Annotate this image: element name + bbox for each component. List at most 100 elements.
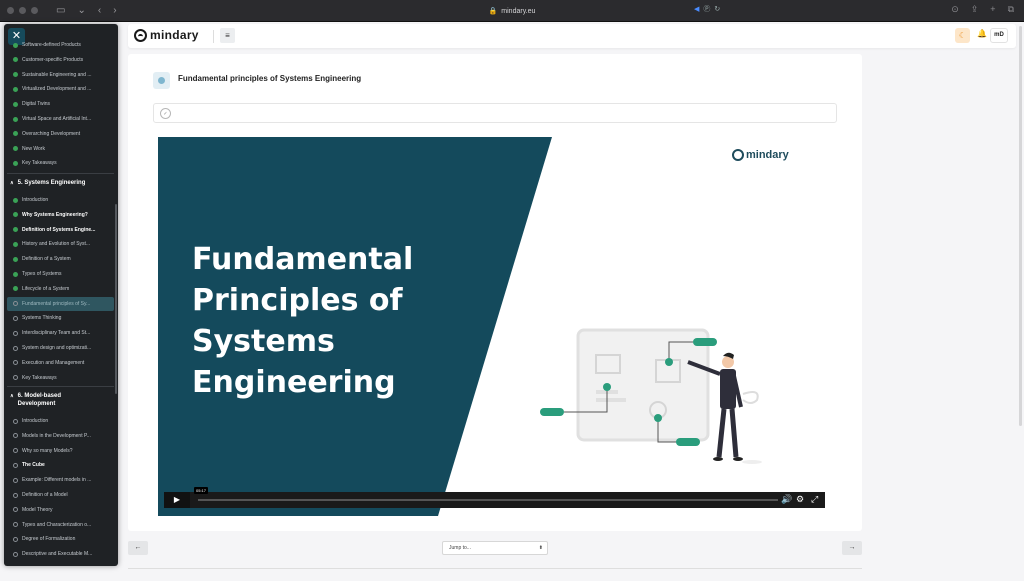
header-divider: [213, 30, 214, 43]
completion-bar[interactable]: ✓: [153, 103, 837, 123]
pending-circle-icon: [13, 301, 18, 307]
sidebar-lesson-item[interactable]: Definition of Systems Engine...: [7, 223, 114, 237]
chevron-down-icon[interactable]: ⌄: [77, 5, 85, 16]
sidebar-lesson-item[interactable]: Software-defined Products: [7, 38, 114, 52]
sidebar-lesson-item[interactable]: Why so many Models?: [7, 444, 114, 458]
sidebar-lesson-item[interactable]: Degree of Formalization: [7, 532, 114, 546]
sidebar-lesson-label: Introduction: [22, 197, 49, 203]
sidebar-section-header[interactable]: ∧ 5. Systems Engineering: [10, 179, 114, 187]
volume-icon[interactable]: 🔊: [781, 494, 792, 505]
sidebar-lesson-item[interactable]: Definition of a System: [7, 252, 114, 266]
sidebar-lesson-item[interactable]: Model Theory: [7, 503, 114, 517]
forward-icon[interactable]: ›: [113, 5, 116, 16]
speaker-icon[interactable]: ◀: [694, 5, 699, 13]
play-icon[interactable]: ▶: [164, 492, 190, 508]
tabs-overview-icon[interactable]: ⧉: [1008, 4, 1014, 15]
completed-dot-icon: [13, 197, 18, 203]
video-player[interactable]: Fundamental Principles of Systems Engine…: [158, 137, 833, 516]
pending-circle-icon: [13, 330, 18, 336]
sidebar-lesson-label: Definition of a Model: [22, 492, 68, 498]
completed-dot-icon: [13, 42, 18, 48]
sidebar-lesson-label: Example: Different models in ...: [22, 477, 92, 484]
sidebar-lesson-item[interactable]: Lifecycle of a System: [7, 282, 114, 296]
completed-dot-icon: [13, 286, 18, 292]
sidebar-lesson-label: Execution and Management: [22, 359, 85, 366]
pending-circle-icon: [13, 477, 18, 483]
sidebar-lesson-item[interactable]: Introduction: [7, 193, 114, 207]
sidebar-lesson-label: Types and Characterization o...: [22, 521, 92, 528]
back-icon[interactable]: ‹: [98, 5, 101, 16]
jump-to-select[interactable]: Jump to... ⬍: [442, 541, 548, 555]
sidebar-lesson-label: Fundamental principles of Sy...: [22, 300, 91, 307]
sidebar-lesson-label: Interdisciplinary Team and St...: [22, 330, 91, 337]
sidebar-section-header[interactable]: ∧ 6. Model-based Development: [10, 392, 114, 408]
sidebar-lesson-item[interactable]: Why Systems Engineering?: [7, 208, 114, 222]
sidebar-lesson-item[interactable]: Descriptive and Executable M...: [7, 547, 114, 561]
lesson-title: Fundamental principles of Systems Engine…: [178, 74, 362, 83]
sidebar-lesson-item[interactable]: Interdisciplinary Team and St...: [7, 326, 114, 340]
bell-icon[interactable]: 🔔: [977, 29, 987, 38]
download-icon[interactable]: ⊙: [951, 4, 959, 15]
sidebar-lesson-label: Overarching Development: [22, 130, 81, 137]
sidebar-toggle-icon[interactable]: ▭: [56, 5, 65, 16]
tab-indicator: Ⓟ: [703, 6, 711, 13]
sidebar-lesson-item[interactable]: Introduction: [7, 414, 114, 428]
completed-dot-icon: [13, 72, 18, 78]
sidebar-lesson-item[interactable]: Fundamental principles of Sy...: [7, 296, 114, 311]
sidebar-lesson-item[interactable]: Key Takeaways: [7, 371, 114, 385]
completed-dot-icon: [13, 116, 18, 122]
sidebar-lesson-item[interactable]: Virtual Space and Artificial Int...: [7, 112, 114, 126]
sidebar-scrollbar[interactable]: [115, 204, 117, 394]
sidebar-lesson-item[interactable]: Types of Systems: [7, 267, 114, 281]
sidebar-lesson-label: Model Theory: [22, 506, 53, 513]
new-tab-icon[interactable]: +: [990, 4, 995, 15]
sidebar-lesson-item[interactable]: Overarching Development: [7, 127, 114, 141]
chevron-up-icon: ∧: [10, 393, 14, 399]
completed-dot-icon: [13, 57, 18, 63]
sidebar-lesson-item[interactable]: Digital Twins: [7, 97, 114, 111]
sidebar-lesson-item[interactable]: Definition of a Model: [7, 488, 114, 502]
fullscreen-icon[interactable]: ⤢: [811, 494, 818, 505]
video-controls: ▶ 05:17 🔊 ⚙ ⤢: [164, 487, 825, 508]
gear-icon[interactable]: ⚙: [796, 494, 804, 505]
page-scrollbar[interactable]: [1019, 26, 1022, 426]
theme-toggle-moon-icon[interactable]: ☾: [955, 28, 970, 43]
sidebar-lesson-item[interactable]: New Work: [7, 142, 114, 156]
app-header: mindary ≡ ☾ 🔔 mD: [128, 24, 1016, 48]
pending-circle-icon: [13, 536, 18, 542]
sidebar-lesson-label: Digital Twins: [22, 101, 50, 108]
reload-icon[interactable]: ↻: [714, 5, 720, 13]
menu-button[interactable]: ≡: [220, 28, 235, 43]
sidebar-lesson-item[interactable]: Customer-specific Products: [7, 53, 114, 67]
sidebar-lesson-item[interactable]: Virtualized Development and ...: [7, 82, 114, 96]
brand-logo[interactable]: mindary: [134, 28, 199, 42]
slide-brand-name: mindary: [746, 149, 789, 161]
check-circle-icon[interactable]: ✓: [160, 108, 171, 119]
sidebar-lesson-item[interactable]: Sustainable Engineering and ...: [7, 68, 114, 82]
sidebar-lesson-item[interactable]: Models in the Development P...: [7, 429, 114, 443]
address-bar[interactable]: 🔒 mindary.eu: [400, 3, 624, 19]
sidebar-lesson-item[interactable]: Types and Characterization o...: [7, 518, 114, 532]
pending-circle-icon: [13, 433, 18, 439]
previous-lesson-button[interactable]: ←: [128, 541, 148, 555]
next-lesson-button[interactable]: →: [842, 541, 862, 555]
sidebar-section-label-line: 6. Model-based: [17, 393, 62, 399]
window-controls[interactable]: [7, 7, 38, 14]
sidebar-lesson-item[interactable]: Execution and Management: [7, 356, 114, 370]
sidebar-lesson-item[interactable]: Example: Different models in ...: [7, 473, 114, 487]
completed-dot-icon: [13, 101, 18, 107]
sidebar-lesson-item[interactable]: Systems Thinking: [7, 311, 114, 325]
sidebar-lesson-item[interactable]: History and Evolution of Syst...: [7, 237, 114, 251]
pending-circle-icon: [13, 315, 18, 321]
sidebar-lesson-label: Lifecycle of a System: [22, 285, 70, 292]
sidebar-lesson-item[interactable]: Key Takeaways: [7, 156, 114, 170]
sidebar-lesson-label: Sustainable Engineering and ...: [22, 71, 92, 78]
share-icon[interactable]: ⇪: [971, 4, 979, 15]
progress-track[interactable]: [198, 499, 778, 501]
completed-dot-icon: [13, 86, 18, 92]
sidebar-divider: [7, 386, 114, 387]
chevron-up-icon: ∧: [10, 180, 14, 186]
avatar[interactable]: mD: [990, 28, 1008, 43]
sidebar-lesson-item[interactable]: The Cube: [7, 458, 114, 472]
sidebar-lesson-item[interactable]: System design and optimizati...: [7, 341, 114, 355]
